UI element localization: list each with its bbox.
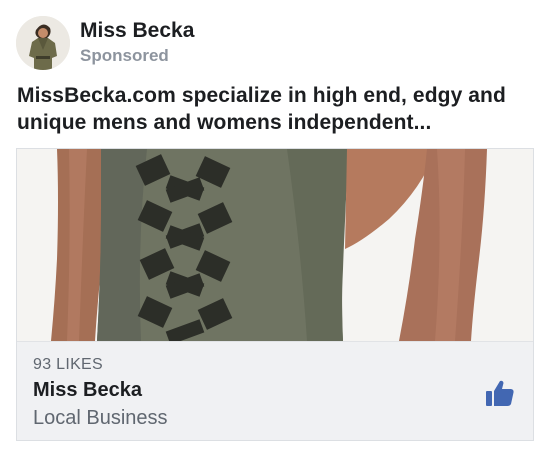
post-header: Miss Becka Sponsored bbox=[16, 14, 194, 72]
header-text: Miss Becka Sponsored bbox=[80, 19, 194, 67]
card-subtitle: Local Business bbox=[33, 407, 168, 429]
thumbs-up-icon bbox=[486, 380, 514, 406]
product-photo bbox=[17, 149, 533, 341]
card-title[interactable]: Miss Becka bbox=[33, 379, 142, 402]
card-image[interactable] bbox=[17, 149, 533, 341]
page-card[interactable]: 93 LIKES Miss Becka Local Business bbox=[16, 148, 534, 441]
sponsored-post: Miss Becka Sponsored MissBecka.com speci… bbox=[0, 0, 550, 458]
avatar[interactable] bbox=[16, 16, 70, 70]
avatar-image bbox=[16, 16, 70, 70]
sponsored-label[interactable]: Sponsored bbox=[80, 45, 194, 67]
card-footer: 93 LIKES Miss Becka Local Business bbox=[17, 341, 533, 440]
like-page-button[interactable] bbox=[485, 378, 515, 408]
likes-count: 93 LIKES bbox=[33, 356, 104, 373]
page-name[interactable]: Miss Becka bbox=[80, 19, 194, 43]
post-text: MissBecka.com specialize in high end, ed… bbox=[17, 84, 506, 134]
